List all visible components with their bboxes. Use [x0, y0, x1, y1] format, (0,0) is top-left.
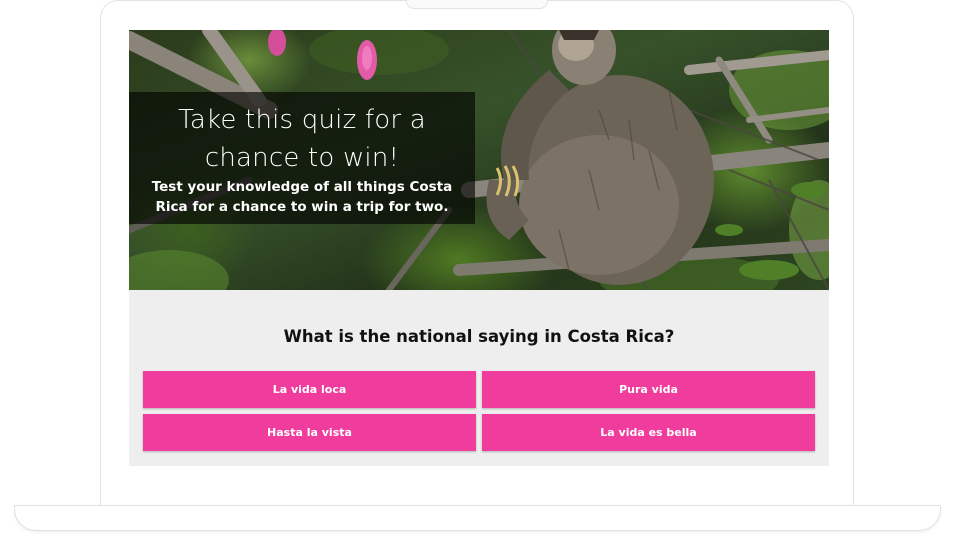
hero-banner: Take this quiz for a chance to win! Test…	[129, 30, 829, 290]
answer-button-la-vida-loca[interactable]: La vida loca	[143, 371, 476, 408]
answer-options: La vida loca Pura vida Hasta la vista La…	[143, 371, 815, 451]
laptop-notch	[406, 0, 548, 9]
answer-button-la-vida-es-bella[interactable]: La vida es bella	[482, 414, 815, 451]
answer-button-pura-vida[interactable]: Pura vida	[482, 371, 815, 408]
hero-subtitle: Test your knowledge of all things Costa …	[151, 179, 453, 215]
quiz-screen: Take this quiz for a chance to win! Test…	[129, 30, 829, 466]
answer-button-hasta-la-vista[interactable]: Hasta la vista	[143, 414, 476, 451]
hero-title: Take this quiz for a chance to win!	[178, 105, 426, 173]
hero-text-overlay: Take this quiz for a chance to win! Test…	[129, 92, 475, 224]
laptop-base	[14, 505, 941, 531]
quiz-question: What is the national saying in Costa Ric…	[283, 327, 675, 346]
